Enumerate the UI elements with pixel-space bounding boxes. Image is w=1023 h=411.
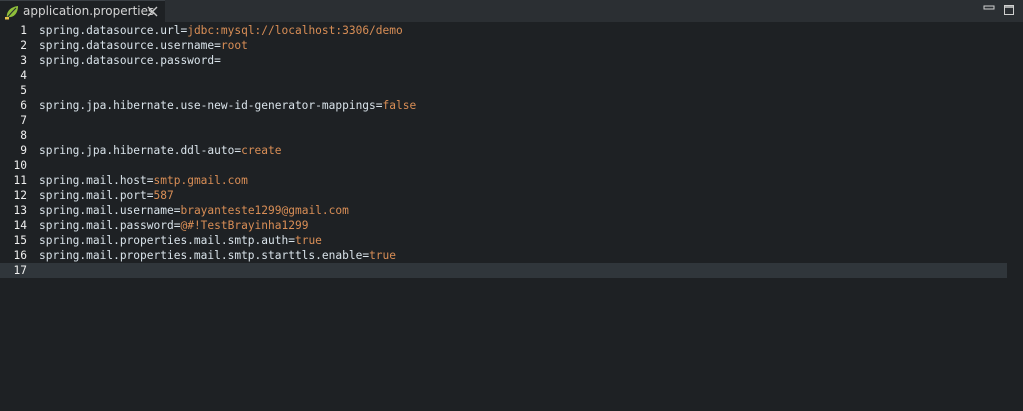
code-line[interactable]: 3 spring.datasource.password=: [0, 53, 1007, 68]
code-line[interactable]: 7: [0, 113, 1007, 128]
maximize-icon[interactable]: [1003, 4, 1015, 16]
editor-tab-bar: application.properties: [0, 0, 1023, 22]
property-value: 587: [153, 189, 174, 202]
code-line[interactable]: 11 spring.mail.host=smtp.gmail.com: [0, 173, 1007, 188]
property-key: spring.mail.host: [39, 174, 147, 187]
code-line[interactable]: 10: [0, 158, 1007, 173]
line-text: spring.datasource.password=: [39, 53, 221, 68]
code-lines: 1 spring.datasource.url=jdbc:mysql://loca…: [0, 23, 1007, 278]
line-number: 2: [20, 39, 27, 52]
line-number: 13: [13, 204, 27, 217]
property-value: jdbc:mysql://localhost:3306/demo: [187, 24, 403, 37]
property-value: true: [369, 249, 397, 262]
line-text: spring.mail.port=587: [39, 188, 174, 203]
code-line[interactable]: 12 spring.mail.port=587: [0, 188, 1007, 203]
code-line[interactable]: 6 spring.jpa.hibernate.use-new-id-generat…: [0, 98, 1007, 113]
property-separator: =: [375, 99, 383, 112]
code-line[interactable]: 4: [0, 68, 1007, 83]
line-number: 5: [20, 84, 27, 97]
property-value: create: [241, 144, 282, 157]
line-number: 12: [13, 189, 27, 202]
line-number: 17: [13, 264, 27, 277]
line-text: spring.mail.properties.mail.smtp.auth=tr…: [39, 233, 322, 248]
code-editor[interactable]: 1 spring.datasource.url=jdbc:mysql://loca…: [0, 22, 1023, 411]
property-key: spring.mail.properties.mail.smtp.starttl…: [39, 249, 363, 262]
property-value: root: [220, 39, 248, 52]
line-text: spring.jpa.hibernate.ddl-auto=create: [39, 143, 282, 158]
line-text: spring.mail.properties.mail.smtp.starttl…: [39, 248, 396, 263]
property-separator: =: [146, 174, 154, 187]
line-text: spring.mail.host=smtp.gmail.com: [39, 173, 248, 188]
property-key: spring.jpa.hibernate.ddl-auto: [39, 144, 235, 157]
line-number: 10: [13, 159, 27, 172]
property-separator: =: [214, 39, 221, 52]
property-value: @#!TestBrayinha1299: [180, 219, 309, 232]
property-value: brayanteste1299@gmail.com: [180, 204, 349, 217]
code-line[interactable]: 13 spring.mail.username=brayanteste1299@g…: [0, 203, 1007, 218]
code-line[interactable]: 14 spring.mail.password=@#!TestBrayinha12…: [0, 218, 1007, 233]
property-key: spring.datasource.username: [39, 39, 215, 52]
line-number: 1: [20, 24, 27, 37]
property-separator: =: [288, 234, 295, 247]
line-number: 7: [20, 114, 27, 127]
code-line[interactable]: 8: [0, 128, 1007, 143]
code-line[interactable]: 2 spring.datasource.username=root: [0, 38, 1007, 53]
code-line[interactable]: 17: [0, 263, 1007, 278]
line-number: 9: [20, 144, 27, 157]
line-number: 11: [13, 174, 27, 187]
property-separator: =: [214, 54, 221, 67]
property-key: spring.mail.username: [39, 204, 174, 217]
property-value: smtp.gmail.com: [153, 174, 248, 187]
tab-label: application.properties: [23, 4, 155, 18]
property-key: spring.mail.password: [39, 219, 174, 232]
line-number: 6: [20, 99, 27, 112]
line-text: spring.mail.username=brayanteste1299@gma…: [39, 203, 349, 218]
property-key: spring.datasource.password: [39, 54, 215, 67]
line-number: 14: [13, 219, 27, 232]
tab-application-properties[interactable]: application.properties: [0, 0, 165, 22]
close-icon[interactable]: [147, 6, 158, 17]
property-separator: =: [146, 189, 154, 202]
minimize-icon[interactable]: [983, 4, 995, 16]
property-key: spring.mail.properties.mail.smtp.auth: [39, 234, 289, 247]
code-line[interactable]: 5: [0, 83, 1007, 98]
code-line[interactable]: 9 spring.jpa.hibernate.ddl-auto=create: [0, 143, 1007, 158]
line-number: 3: [20, 54, 27, 67]
line-text: spring.datasource.username=root: [39, 38, 248, 53]
code-line[interactable]: 16 spring.mail.properties.mail.smtp.start…: [0, 248, 1007, 263]
line-number: 8: [20, 129, 27, 142]
line-number: 16: [13, 249, 27, 262]
line-text: spring.jpa.hibernate.use-new-id-generato…: [39, 98, 416, 113]
line-number: 4: [20, 69, 27, 82]
property-key: spring.datasource.url: [39, 24, 181, 37]
spring-leaf-icon: [5, 6, 18, 20]
property-key: spring.jpa.hibernate.use-new-id-generato…: [39, 99, 376, 112]
line-text: spring.datasource.url=jdbc:mysql://local…: [39, 23, 403, 38]
code-line[interactable]: 15 spring.mail.properties.mail.smtp.auth=…: [0, 233, 1007, 248]
line-number: 15: [13, 234, 27, 247]
line-text: spring.mail.password=@#!TestBrayinha1299: [39, 218, 308, 233]
code-line[interactable]: 1 spring.datasource.url=jdbc:mysql://loca…: [0, 23, 1007, 38]
property-value: false: [382, 99, 417, 112]
property-key: spring.mail.port: [39, 189, 147, 202]
property-value: true: [294, 234, 322, 247]
